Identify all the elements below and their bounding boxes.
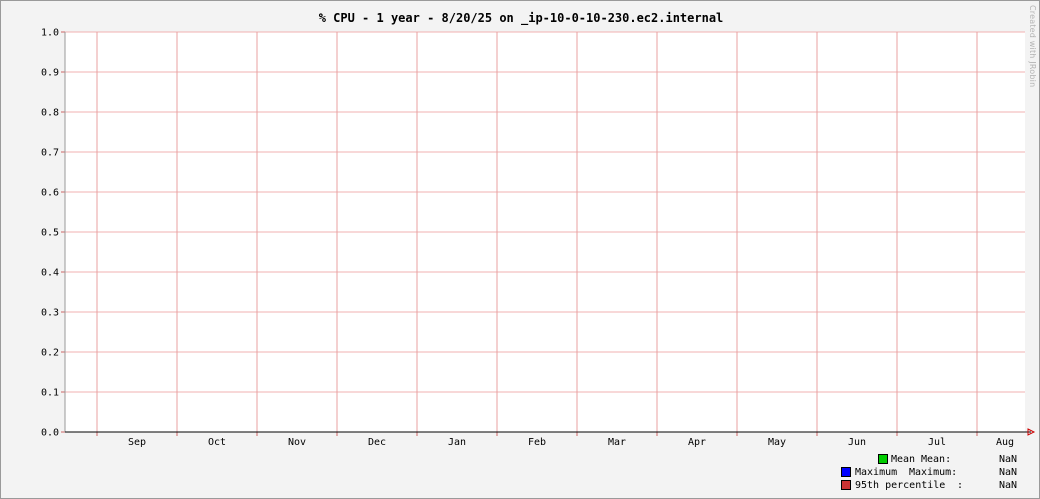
plot-area: 0.0 0.1 0.2 0.3 0.4 0.5 0.6 0.7 0.8 0.9 1.0 Sep Oct N… <box>41 28 1036 448</box>
x-tick-label: Aug <box>996 437 1014 448</box>
x-tick-label: Jul <box>928 437 946 448</box>
x-tick-label: Oct <box>208 437 226 448</box>
y-tick-label: 0.3 <box>41 308 59 319</box>
y-tick-label: 0.9 <box>41 68 59 79</box>
y-tick-label: 0.6 <box>41 188 59 199</box>
x-tick-label: Dec <box>368 437 386 448</box>
y-tick-label: 0.1 <box>41 388 59 399</box>
x-tick-label: May <box>768 437 786 448</box>
legend-stat-label: : <box>957 480 964 491</box>
legend-series-name: 95th percentile <box>855 480 946 491</box>
legend-stat-label: Maximum: <box>909 467 958 478</box>
legend-item-95th-percentile: 95th percentile : NaN <box>841 479 1017 492</box>
legend-value: NaN <box>999 467 1018 478</box>
y-tick-label: 0.8 <box>41 108 59 119</box>
legend-item-maximum: Maximum Maximum: NaN <box>841 466 1017 479</box>
legend: Mean Mean: NaN Maximum Maximum: NaN 95th… <box>841 453 1017 492</box>
x-tick-label: Jan <box>448 437 466 448</box>
y-tick-label: 0.5 <box>41 228 59 239</box>
legend-series-name: Maximum <box>855 467 898 478</box>
legend-value: NaN <box>999 454 1018 465</box>
y-tick-label: 0.0 <box>41 428 59 439</box>
x-tick-label: Feb <box>528 437 546 448</box>
legend-swatch-mean <box>878 454 888 464</box>
legend-stat-label: Mean: <box>921 454 952 465</box>
legend-series-name: Mean <box>891 454 916 465</box>
y-tick-label: 0.7 <box>41 148 59 159</box>
x-tick-label: Apr <box>688 437 706 448</box>
x-tick-label: Nov <box>288 437 306 448</box>
x-tick-label: Sep <box>128 437 146 448</box>
y-tick-label: 1.0 <box>41 28 59 39</box>
x-tick-label: Jun <box>848 437 866 448</box>
chart-frame: % CPU - 1 year - 8/20/25 on _ip-10-0-10-… <box>0 0 1040 499</box>
x-tick-label: Mar <box>608 437 626 448</box>
y-tick-label: 0.4 <box>41 268 59 279</box>
legend-item-mean: Mean Mean: NaN <box>841 453 1017 466</box>
y-tick-label: 0.2 <box>41 348 59 359</box>
legend-swatch-95th-percentile <box>841 480 851 490</box>
legend-value: NaN <box>999 480 1018 491</box>
legend-swatch-maximum <box>841 467 851 477</box>
